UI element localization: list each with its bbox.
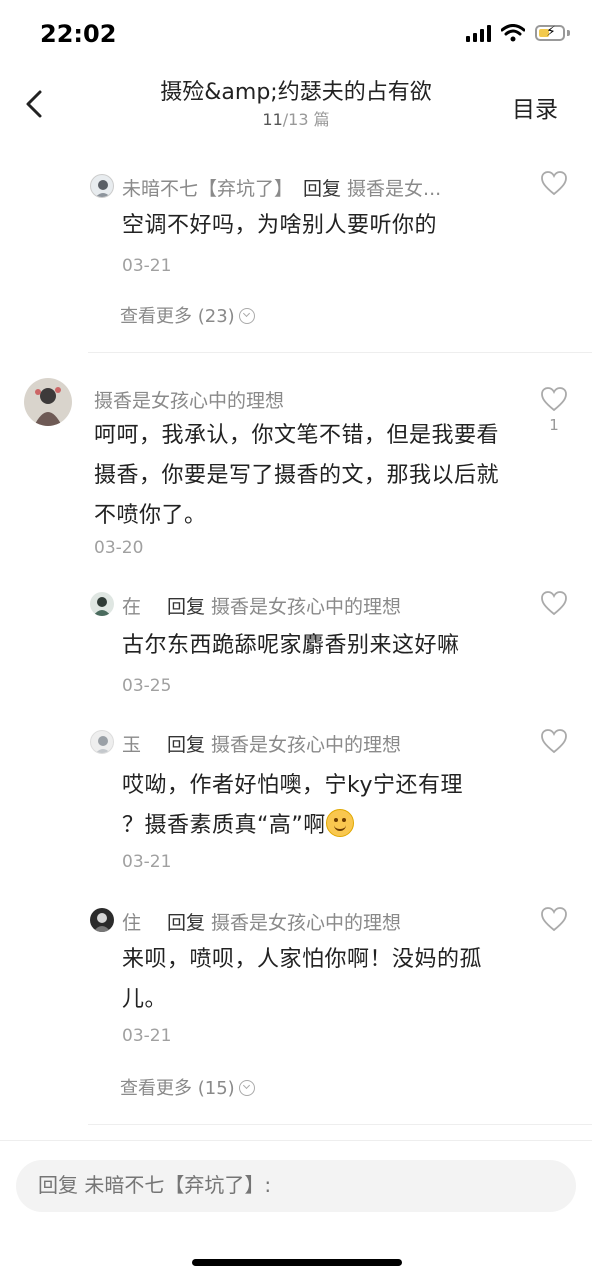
status-icons: ⚡ — [466, 24, 570, 42]
avatar[interactable] — [90, 592, 114, 616]
reply-label: 回复 — [167, 912, 206, 934]
status-bar: 22:02 ⚡ — [0, 0, 592, 72]
reply-target[interactable]: 摄香是女孩心中的理想 — [211, 734, 401, 756]
reply-target[interactable]: 摄香是女孩心中的理想 — [211, 596, 401, 618]
commenter-name[interactable]: 住 — [122, 912, 141, 934]
comment-date: 03-21 — [122, 1026, 172, 1046]
comment-text: 古尔东西跪舔呢家麝香别来这好嘛 — [122, 633, 460, 658]
commenter-name[interactable]: 在 — [122, 596, 141, 618]
commenter-name[interactable]: 玉 — [122, 734, 141, 756]
heart-outline-icon[interactable] — [540, 386, 568, 412]
nav-bar: 摄殓&amp;约瑟夫的占有欲 11/13 篇 目录 — [0, 72, 592, 142]
comment-text: 来呗，喷呗，人家怕你啊！没妈的孤儿。 — [122, 947, 483, 1012]
back-icon[interactable] — [18, 84, 54, 124]
smile-emoji-icon — [325, 809, 354, 837]
reply-label: 回复 — [167, 734, 206, 756]
chapter-total: /13 篇 — [282, 110, 330, 129]
divider — [0, 1140, 592, 1141]
comment-text: 空调不好吗，为啥别人要听你的 — [122, 213, 438, 238]
signal-icon — [466, 24, 491, 42]
chevron-down-icon — [238, 1080, 255, 1096]
comment-text-line: ？摄香素质真“高”啊 — [122, 806, 542, 846]
avatar[interactable] — [24, 378, 72, 426]
commenter-name[interactable]: 摄香是女孩心中的理想 — [94, 386, 284, 413]
comment-text-line: 哎呦，作者好怕噢，宁ky宁还有理 — [122, 773, 463, 798]
avatar[interactable] — [90, 174, 114, 198]
catalog-button[interactable]: 目录 — [512, 90, 558, 124]
comment-date: 03-25 — [122, 676, 172, 696]
commenter-name[interactable]: 未暗不七【弃坑了】 — [122, 178, 293, 200]
reply-label: 回复 — [303, 178, 342, 200]
reply-bar[interactable] — [16, 1160, 576, 1212]
status-time: 22:02 — [40, 20, 117, 48]
avatar[interactable] — [90, 730, 114, 754]
wifi-icon — [501, 24, 525, 42]
heart-outline-icon[interactable] — [540, 906, 568, 932]
comment-date: 03-21 — [122, 256, 172, 276]
reply-target[interactable]: 摄香是女孩心中的理想 — [211, 912, 401, 934]
chapter-counter: 11/13 篇 — [100, 106, 492, 130]
reply-target[interactable]: 摄香是女... — [347, 178, 441, 200]
avatar[interactable] — [90, 908, 114, 932]
page-title: 摄殓&amp;约瑟夫的占有欲 — [160, 80, 432, 105]
comment-text: 哎呦，作者好怕噢，宁ky宁还有理 ？摄香素质真“高”啊 — [122, 766, 542, 846]
divider — [88, 1124, 592, 1125]
heart-outline-icon[interactable] — [540, 170, 568, 196]
battery-icon: ⚡ — [535, 24, 565, 41]
reply-header: 玉 回复 摄香是女孩心中的理想 — [122, 730, 522, 757]
like-count: 1 — [549, 416, 559, 434]
view-more-button[interactable]: 查看更多 (23) — [120, 302, 255, 328]
reply-label: 回复 — [167, 596, 206, 618]
reply-header: 在 回复 摄香是女孩心中的理想 — [122, 592, 522, 619]
view-more-button[interactable]: 查看更多 (15) — [120, 1074, 255, 1100]
comment-text: 呵呵，我承认，你文笔不错，但是我要看摄香，你要是写了摄香的文，那我以后就不喷你了… — [94, 423, 500, 528]
reply-header: 未暗不七【弃坑了】 回复 摄香是女... — [122, 174, 512, 201]
home-indicator[interactable] — [192, 1259, 402, 1266]
comment-date: 03-20 — [94, 538, 144, 558]
heart-outline-icon[interactable] — [540, 590, 568, 616]
reply-input[interactable] — [36, 1172, 560, 1198]
divider — [88, 352, 592, 353]
heart-outline-icon[interactable] — [540, 728, 568, 754]
chevron-down-icon — [238, 308, 255, 324]
comment-date: 03-21 — [122, 852, 172, 872]
chapter-current: 11 — [262, 110, 283, 129]
reply-header: 住 回复 摄香是女孩心中的理想 — [122, 908, 522, 935]
